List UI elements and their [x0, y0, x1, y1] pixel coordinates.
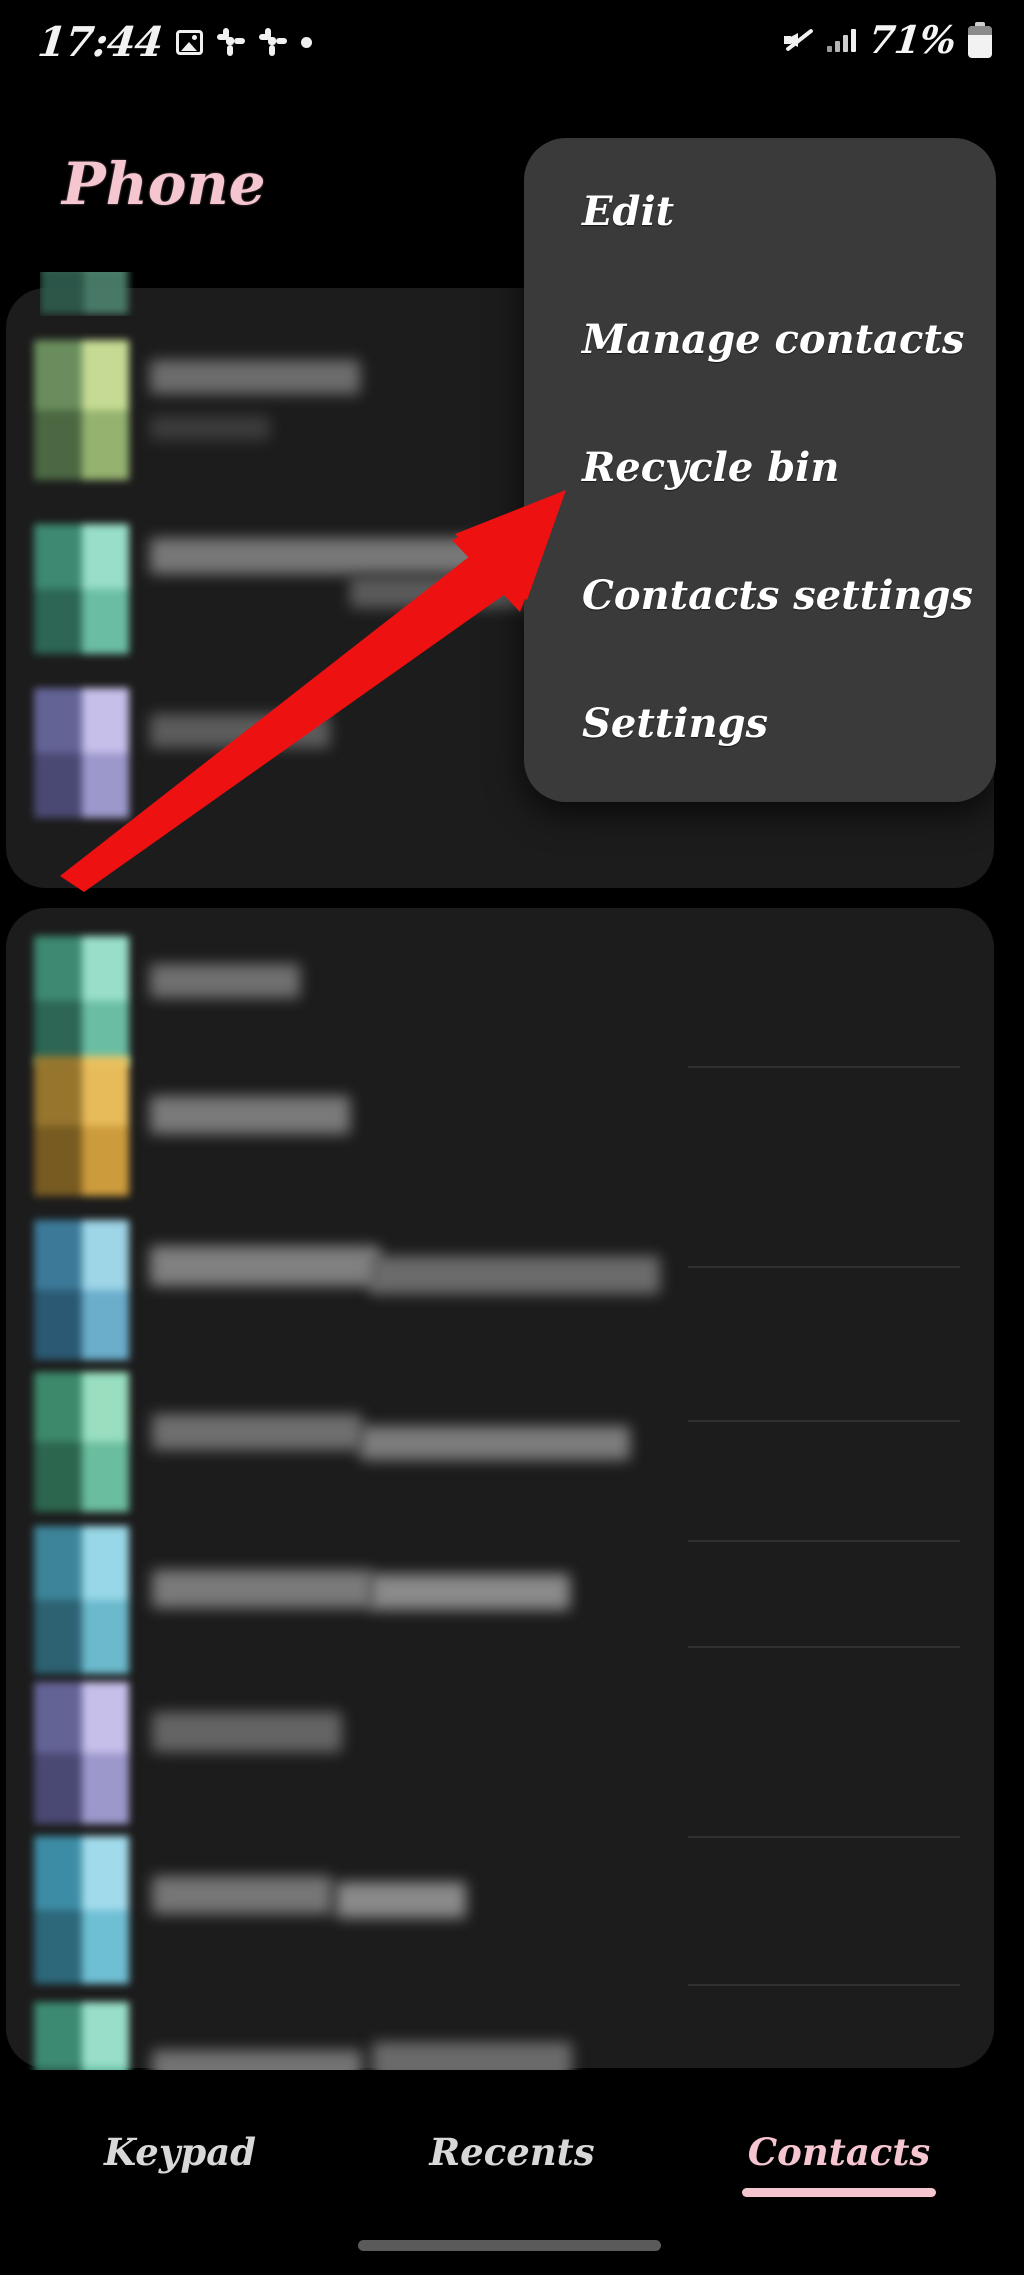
contact-avatar-purple [34, 688, 129, 818]
contact-detail-blurred [360, 1426, 630, 1460]
status-bar-left: 17:44 [35, 18, 313, 66]
menu-item-recycle-bin[interactable]: Recycle bin [582, 444, 839, 491]
status-clock: 17:44 [35, 18, 165, 66]
phone-screen: 17:44 71% Phone Edit Manage contacts Rec… [0, 0, 1024, 2275]
image-icon [176, 29, 204, 55]
notification-dot-icon [301, 36, 313, 48]
list-item-peek[interactable] [40, 272, 160, 316]
contact-avatar-green [34, 1372, 129, 1512]
contact-avatar-teal [40, 272, 128, 314]
contact-name-blurred [150, 360, 360, 394]
contact-name-blurred [150, 538, 480, 574]
menu-item-manage-contacts[interactable]: Manage contacts [582, 316, 964, 363]
home-gesture-bar[interactable] [358, 2240, 661, 2251]
battery-percent-label: 71% [866, 17, 958, 62]
list-item[interactable] [0, 1042, 988, 1202]
contact-avatar-skyblue [34, 1836, 129, 1984]
slack-icon [217, 28, 246, 56]
contact-avatar-purple [34, 1682, 129, 1824]
contact-avatar-green [34, 340, 129, 480]
status-bar-right: 71% [784, 17, 992, 62]
list-item[interactable] [0, 1812, 988, 1992]
overflow-menu: Edit Manage contacts Recycle bin Contact… [524, 138, 996, 802]
tab-recents[interactable]: Recents [412, 2130, 612, 2174]
list-item[interactable] [0, 1352, 988, 1522]
contact-detail-blurred [150, 416, 270, 440]
menu-item-settings[interactable]: Settings [582, 700, 768, 747]
list-divider [688, 1646, 960, 1648]
contact-avatar-orange [34, 1056, 129, 1196]
active-tab-indicator [742, 2188, 936, 2197]
tab-contacts[interactable]: Contacts [728, 2130, 950, 2174]
contact-name-blurred [150, 1096, 350, 1134]
mute-icon [784, 27, 814, 53]
slack-icon [259, 28, 288, 56]
status-bar: 17:44 71% [0, 0, 1024, 78]
contact-avatar-blue [34, 1220, 129, 1360]
contact-avatar-teal [34, 524, 129, 654]
contact-name-blurred [152, 1570, 372, 1608]
contact-detail-blurred [370, 1256, 660, 1294]
contact-name-blurred [152, 1876, 332, 1914]
menu-item-edit[interactable]: Edit [582, 188, 674, 235]
bottom-navigation: Keypad Recents Contacts [0, 2070, 1024, 2275]
contact-name-blurred [150, 1246, 380, 1286]
contact-name-blurred [152, 1414, 362, 1450]
contact-detail-blurred [370, 1574, 570, 1610]
contact-detail-blurred [336, 1882, 466, 1918]
page-title: Phone [62, 150, 266, 218]
list-item[interactable] [0, 1204, 988, 1374]
contact-name-blurred [152, 1712, 342, 1752]
list-item[interactable] [0, 1660, 988, 1830]
tab-keypad[interactable]: Keypad [80, 2130, 280, 2174]
signal-bars-icon [827, 28, 856, 52]
contact-name-blurred [150, 714, 330, 748]
menu-item-contacts-settings[interactable]: Contacts settings [582, 572, 973, 619]
contact-name-blurred [150, 964, 300, 998]
contact-avatar-cyan [34, 1526, 129, 1674]
battery-icon [968, 21, 992, 58]
